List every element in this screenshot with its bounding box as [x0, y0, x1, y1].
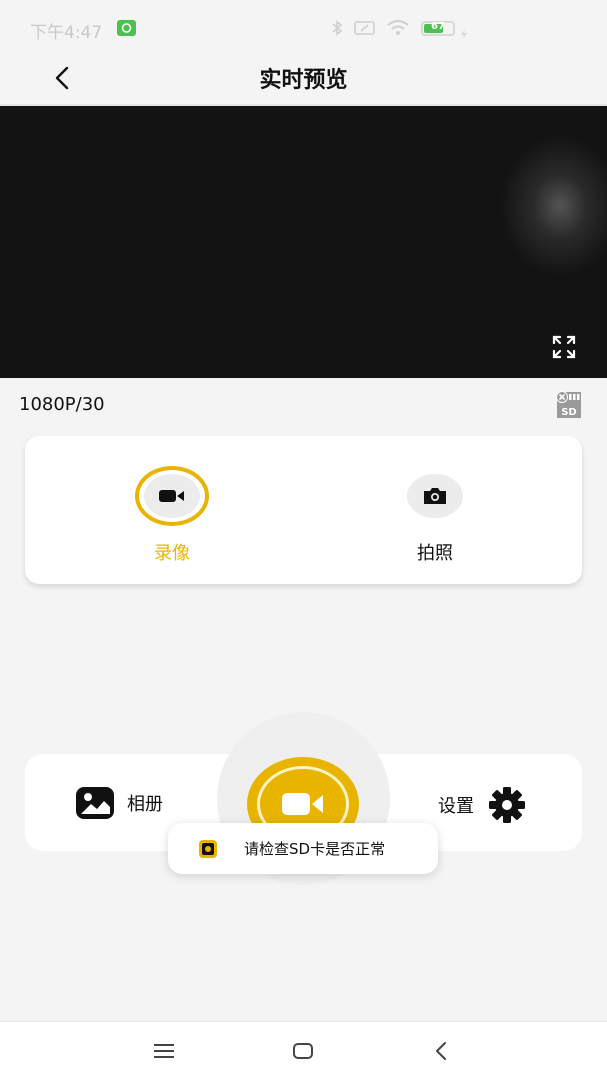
photo-mode-label: 拍照 — [417, 543, 453, 564]
status-bar: 下午4:47 67 — [0, 0, 607, 52]
app-logo-icon — [199, 839, 217, 858]
album-button[interactable]: 相册 — [75, 786, 163, 820]
live-video-preview[interactable] — [0, 104, 607, 378]
header: 实时预览 — [0, 52, 607, 104]
resolution-label: 1080P/30 — [19, 394, 105, 415]
camera-icon — [424, 488, 446, 504]
system-back-button[interactable] — [430, 1039, 456, 1063]
record-mode-option[interactable]: 录像 — [122, 466, 222, 566]
status-time: 下午4:47 — [30, 23, 103, 43]
capture-mode-card: 录像 拍照 — [25, 436, 582, 584]
system-nav-bar — [0, 1021, 607, 1080]
home-button[interactable] — [291, 1039, 317, 1063]
charging-icon — [461, 24, 467, 43]
home-icon — [293, 1043, 313, 1059]
battery-level: 67 — [431, 21, 445, 32]
svg-text:SD: SD — [561, 407, 577, 418]
menu-icon — [154, 1044, 174, 1058]
video-camera-icon — [159, 490, 184, 502]
video-camera-icon — [282, 793, 323, 815]
battery-indicator: 67 — [421, 21, 455, 36]
album-label: 相册 — [127, 794, 163, 815]
photo-album-icon — [76, 787, 114, 819]
chevron-left-icon — [436, 1042, 446, 1060]
gear-icon — [489, 787, 525, 823]
toast-message: 请检查SD卡是否正常 — [168, 823, 438, 874]
wifi-icon — [386, 19, 410, 41]
sim-card-icon — [354, 20, 376, 40]
settings-label: 设置 — [438, 796, 474, 817]
wechat-notification-icon — [117, 20, 136, 36]
photo-mode-option[interactable]: 拍照 — [385, 466, 485, 566]
expand-icon — [552, 335, 576, 359]
fullscreen-button[interactable] — [551, 334, 577, 360]
settings-button[interactable]: 设置 — [438, 786, 526, 824]
bluetooth-icon — [331, 20, 343, 40]
record-mode-label: 录像 — [154, 543, 190, 564]
record-mode-selected-ring — [135, 466, 209, 526]
menu-button[interactable] — [152, 1039, 178, 1063]
toast-text: 请检查SD卡是否正常 — [244, 840, 386, 858]
page-title: 实时预览 — [259, 68, 348, 93]
sd-card-error-icon[interactable]: SD — [553, 388, 585, 420]
